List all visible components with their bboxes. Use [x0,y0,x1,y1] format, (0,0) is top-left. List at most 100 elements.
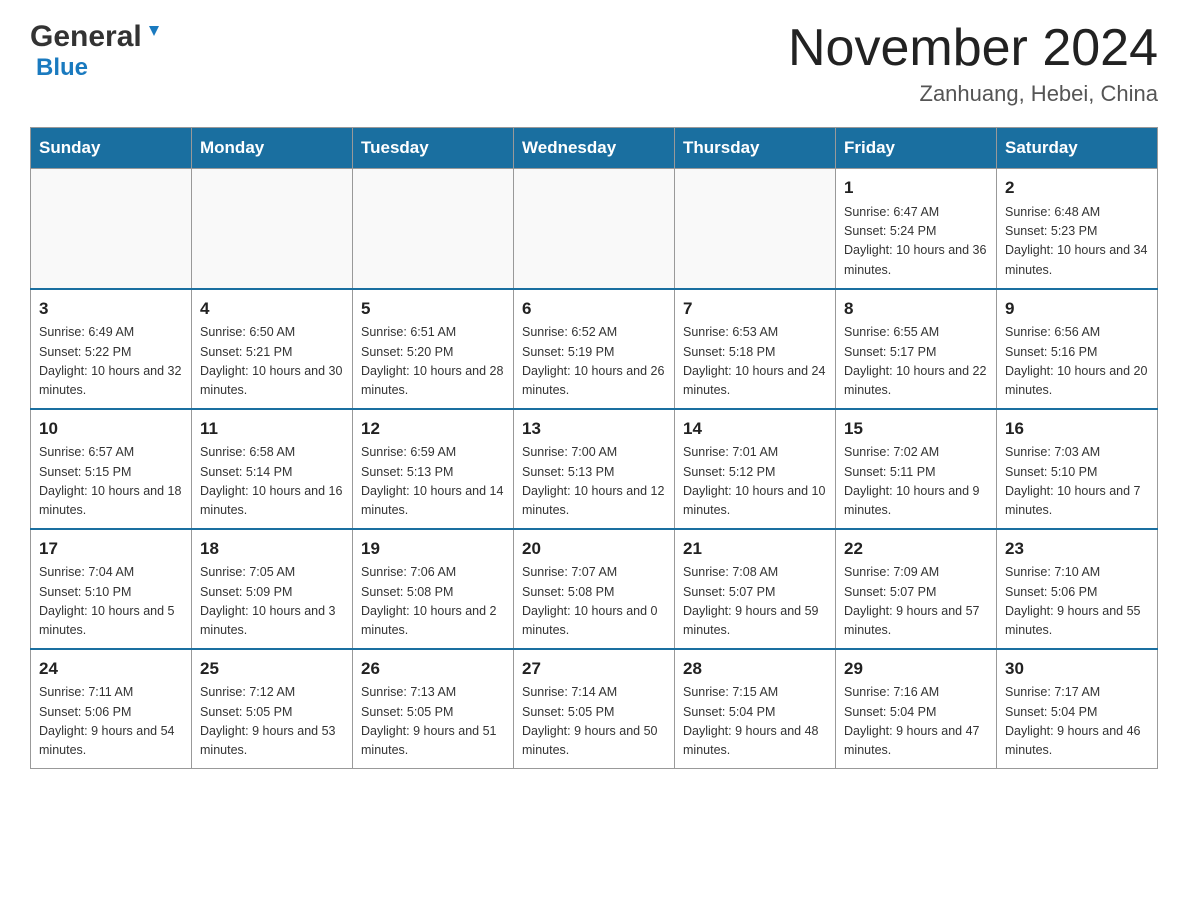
day-info: Sunrise: 7:13 AMSunset: 5:05 PMDaylight:… [361,683,505,761]
day-info: Sunrise: 7:10 AMSunset: 5:06 PMDaylight:… [1005,563,1149,641]
table-row: 15Sunrise: 7:02 AMSunset: 5:11 PMDayligh… [836,409,997,529]
calendar-week-row: 24Sunrise: 7:11 AMSunset: 5:06 PMDayligh… [31,649,1158,769]
day-number: 28 [683,656,827,682]
day-number: 17 [39,536,183,562]
day-number: 3 [39,296,183,322]
table-row: 17Sunrise: 7:04 AMSunset: 5:10 PMDayligh… [31,529,192,649]
table-row: 14Sunrise: 7:01 AMSunset: 5:12 PMDayligh… [675,409,836,529]
col-saturday: Saturday [997,128,1158,169]
table-row: 16Sunrise: 7:03 AMSunset: 5:10 PMDayligh… [997,409,1158,529]
table-row: 4Sunrise: 6:50 AMSunset: 5:21 PMDaylight… [192,289,353,409]
page-header: General Blue November 2024 Zanhuang, Heb… [30,20,1158,107]
day-info: Sunrise: 7:03 AMSunset: 5:10 PMDaylight:… [1005,443,1149,521]
day-info: Sunrise: 6:47 AMSunset: 5:24 PMDaylight:… [844,203,988,281]
day-number: 11 [200,416,344,442]
table-row: 25Sunrise: 7:12 AMSunset: 5:05 PMDayligh… [192,649,353,769]
day-info: Sunrise: 7:02 AMSunset: 5:11 PMDaylight:… [844,443,988,521]
day-number: 12 [361,416,505,442]
day-info: Sunrise: 6:57 AMSunset: 5:15 PMDaylight:… [39,443,183,521]
calendar-week-row: 3Sunrise: 6:49 AMSunset: 5:22 PMDaylight… [31,289,1158,409]
calendar-week-row: 17Sunrise: 7:04 AMSunset: 5:10 PMDayligh… [31,529,1158,649]
logo-general-text: General [30,20,142,54]
day-info: Sunrise: 6:56 AMSunset: 5:16 PMDaylight:… [1005,323,1149,401]
table-row: 12Sunrise: 6:59 AMSunset: 5:13 PMDayligh… [353,409,514,529]
table-row: 3Sunrise: 6:49 AMSunset: 5:22 PMDaylight… [31,289,192,409]
table-row: 28Sunrise: 7:15 AMSunset: 5:04 PMDayligh… [675,649,836,769]
day-number: 18 [200,536,344,562]
table-row: 2Sunrise: 6:48 AMSunset: 5:23 PMDaylight… [997,169,1158,289]
day-number: 23 [1005,536,1149,562]
day-info: Sunrise: 6:48 AMSunset: 5:23 PMDaylight:… [1005,203,1149,281]
table-row: 1Sunrise: 6:47 AMSunset: 5:24 PMDaylight… [836,169,997,289]
calendar-week-row: 1Sunrise: 6:47 AMSunset: 5:24 PMDaylight… [31,169,1158,289]
day-number: 6 [522,296,666,322]
day-number: 15 [844,416,988,442]
table-row: 30Sunrise: 7:17 AMSunset: 5:04 PMDayligh… [997,649,1158,769]
col-friday: Friday [836,128,997,169]
logo-blue-text: Blue [36,54,88,82]
location-text: Zanhuang, Hebei, China [788,81,1158,107]
col-monday: Monday [192,128,353,169]
table-row: 11Sunrise: 6:58 AMSunset: 5:14 PMDayligh… [192,409,353,529]
day-info: Sunrise: 7:11 AMSunset: 5:06 PMDaylight:… [39,683,183,761]
table-row: 6Sunrise: 6:52 AMSunset: 5:19 PMDaylight… [514,289,675,409]
day-info: Sunrise: 7:14 AMSunset: 5:05 PMDaylight:… [522,683,666,761]
day-info: Sunrise: 6:49 AMSunset: 5:22 PMDaylight:… [39,323,183,401]
day-info: Sunrise: 6:51 AMSunset: 5:20 PMDaylight:… [361,323,505,401]
calendar-table: Sunday Monday Tuesday Wednesday Thursday… [30,127,1158,769]
table-row: 27Sunrise: 7:14 AMSunset: 5:05 PMDayligh… [514,649,675,769]
day-info: Sunrise: 6:52 AMSunset: 5:19 PMDaylight:… [522,323,666,401]
title-section: November 2024 Zanhuang, Hebei, China [788,20,1158,107]
col-thursday: Thursday [675,128,836,169]
day-number: 14 [683,416,827,442]
day-number: 27 [522,656,666,682]
table-row: 24Sunrise: 7:11 AMSunset: 5:06 PMDayligh… [31,649,192,769]
day-number: 24 [39,656,183,682]
day-number: 5 [361,296,505,322]
day-info: Sunrise: 7:08 AMSunset: 5:07 PMDaylight:… [683,563,827,641]
logo-arrow-icon [143,22,165,49]
day-info: Sunrise: 6:55 AMSunset: 5:17 PMDaylight:… [844,323,988,401]
col-tuesday: Tuesday [353,128,514,169]
table-row: 26Sunrise: 7:13 AMSunset: 5:05 PMDayligh… [353,649,514,769]
day-number: 30 [1005,656,1149,682]
table-row: 7Sunrise: 6:53 AMSunset: 5:18 PMDaylight… [675,289,836,409]
day-number: 1 [844,175,988,201]
table-row: 9Sunrise: 6:56 AMSunset: 5:16 PMDaylight… [997,289,1158,409]
day-info: Sunrise: 7:15 AMSunset: 5:04 PMDaylight:… [683,683,827,761]
day-number: 9 [1005,296,1149,322]
day-number: 19 [361,536,505,562]
day-info: Sunrise: 7:01 AMSunset: 5:12 PMDaylight:… [683,443,827,521]
logo: General Blue [30,20,165,82]
day-info: Sunrise: 6:53 AMSunset: 5:18 PMDaylight:… [683,323,827,401]
day-number: 7 [683,296,827,322]
day-number: 10 [39,416,183,442]
table-row: 22Sunrise: 7:09 AMSunset: 5:07 PMDayligh… [836,529,997,649]
day-number: 29 [844,656,988,682]
day-info: Sunrise: 7:17 AMSunset: 5:04 PMDaylight:… [1005,683,1149,761]
table-row [514,169,675,289]
table-row: 29Sunrise: 7:16 AMSunset: 5:04 PMDayligh… [836,649,997,769]
table-row [31,169,192,289]
month-title: November 2024 [788,20,1158,77]
day-info: Sunrise: 6:59 AMSunset: 5:13 PMDaylight:… [361,443,505,521]
day-info: Sunrise: 7:00 AMSunset: 5:13 PMDaylight:… [522,443,666,521]
table-row [192,169,353,289]
day-number: 26 [361,656,505,682]
table-row: 5Sunrise: 6:51 AMSunset: 5:20 PMDaylight… [353,289,514,409]
table-row: 10Sunrise: 6:57 AMSunset: 5:15 PMDayligh… [31,409,192,529]
col-wednesday: Wednesday [514,128,675,169]
table-row: 18Sunrise: 7:05 AMSunset: 5:09 PMDayligh… [192,529,353,649]
day-number: 13 [522,416,666,442]
table-row: 13Sunrise: 7:00 AMSunset: 5:13 PMDayligh… [514,409,675,529]
table-row: 20Sunrise: 7:07 AMSunset: 5:08 PMDayligh… [514,529,675,649]
day-number: 21 [683,536,827,562]
table-row: 21Sunrise: 7:08 AMSunset: 5:07 PMDayligh… [675,529,836,649]
table-row [675,169,836,289]
day-info: Sunrise: 7:04 AMSunset: 5:10 PMDaylight:… [39,563,183,641]
day-number: 8 [844,296,988,322]
day-info: Sunrise: 7:05 AMSunset: 5:09 PMDaylight:… [200,563,344,641]
col-sunday: Sunday [31,128,192,169]
day-info: Sunrise: 7:06 AMSunset: 5:08 PMDaylight:… [361,563,505,641]
day-number: 22 [844,536,988,562]
